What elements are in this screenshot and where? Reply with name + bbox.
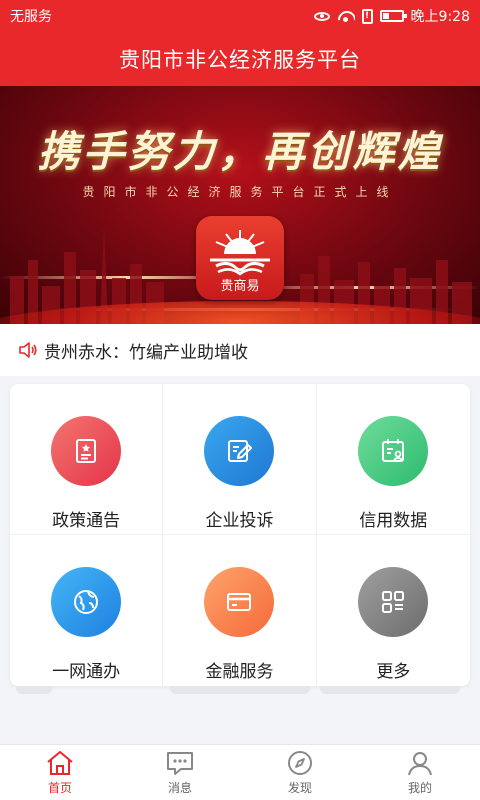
nav-profile[interactable]: 我的: [360, 745, 480, 800]
carrier-text: 无服务: [10, 9, 52, 25]
news-ticker[interactable]: 贵州赤水：竹编产业助增收: [0, 324, 480, 376]
service-label: 企业投诉: [205, 511, 274, 531]
card-shadow: [320, 686, 460, 694]
ticker-headline[interactable]: 贵州赤水：竹编产业助增收: [44, 338, 248, 363]
grid-more-icon: [358, 567, 429, 637]
sim-icon: !: [361, 8, 373, 24]
card-shadow: [170, 686, 310, 694]
nav-home[interactable]: 首页: [0, 745, 120, 800]
service-grid: 政策通告 企业投诉 信用数据 一网通办 金融服务 更多: [10, 384, 470, 686]
nav-discover[interactable]: 发现: [240, 745, 360, 800]
service-label: 信用数据: [359, 511, 428, 531]
eye-icon: [313, 11, 330, 21]
app-logo: 贵商易: [196, 216, 284, 300]
banner-headline: 携手努力，再创辉煌: [37, 127, 443, 176]
nav-label: 消息: [167, 781, 192, 795]
nav-label: 我的: [407, 781, 432, 795]
service-finance[interactable]: 金融服务: [163, 535, 317, 686]
service-label: 一网通办: [52, 662, 121, 682]
compass-icon: [288, 751, 312, 775]
service-one-stop[interactable]: 一网通办: [10, 535, 164, 686]
speaker-icon: [19, 342, 37, 358]
nav-messages[interactable]: 消息: [120, 745, 240, 800]
battery-icon: [379, 10, 407, 22]
card-icon: [204, 567, 275, 637]
bottom-nav: 首页 消息 发现 我的: [0, 744, 480, 800]
policy-document-icon: [51, 416, 122, 486]
service-credit-data[interactable]: 信用数据: [316, 384, 470, 535]
app-header: 贵阳市非公经济服务平台: [0, 32, 480, 86]
user-icon: [408, 752, 432, 776]
banner-subtitle: 贵阳市非公经济服务平台正式上线: [82, 185, 398, 199]
sunrise-logo-icon: [210, 230, 270, 276]
service-enterprise-complaint[interactable]: 企业投诉: [163, 384, 317, 535]
logo-caption: 贵商易: [220, 279, 260, 294]
globe-icon: [51, 567, 122, 637]
edit-form-icon: [204, 416, 275, 486]
page-title: 贵阳市非公经济服务平台: [119, 48, 361, 72]
card-shadow: [16, 686, 52, 694]
banner[interactable]: 携手努力，再创辉煌 贵阳市非公经济服务平台正式上线 贵商易: [0, 86, 480, 324]
nav-label: 首页: [47, 781, 72, 795]
status-bar: 无服务 ! 晚上9:28: [0, 0, 480, 32]
nav-label: 发现: [287, 781, 312, 795]
service-label: 政策通告: [52, 511, 121, 531]
status-icons: ! 晚上9:28: [313, 6, 470, 26]
credit-calendar-icon: [358, 416, 429, 486]
message-icon: [167, 752, 193, 775]
service-label: 更多: [376, 662, 411, 682]
clock-text: 晚上9:28: [410, 9, 470, 25]
wifi-icon: [337, 9, 355, 23]
service-policy-notice[interactable]: 政策通告: [10, 384, 164, 535]
service-more[interactable]: 更多: [317, 535, 470, 686]
service-label: 金融服务: [205, 662, 274, 682]
home-icon: [47, 751, 73, 775]
